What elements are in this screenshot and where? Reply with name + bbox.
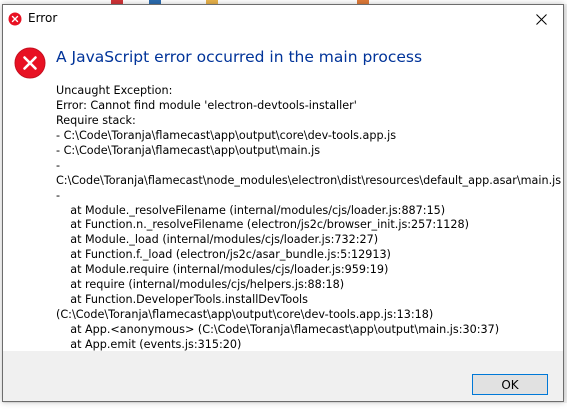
error-message-line: at Module._load (internal/modules/cjs/lo…	[56, 233, 379, 247]
error-message-line: -	[56, 188, 61, 202]
error-message-line: (C:\Code\Toranja\flamecast\app\output\co…	[56, 308, 434, 322]
error-message-line: Require stack:	[56, 113, 136, 127]
error-icon	[8, 12, 22, 26]
ok-button-label: OK	[501, 377, 519, 392]
error-message-line: Error: Cannot find module 'electron-devt…	[56, 98, 357, 112]
dialog-titlebar[interactable]: Error	[3, 5, 563, 33]
error-dialog: Error A JavaScript error occurred in the…	[2, 4, 564, 402]
dialog-content: A JavaScript error occurred in the main …	[3, 33, 563, 351]
error-message-line: at Function.n._resolveFilename (electron…	[56, 218, 470, 232]
error-message-line: at Module._resolveFilename (internal/mod…	[56, 203, 446, 217]
error-message-line: at Module.require (internal/modules/cjs/…	[56, 263, 389, 277]
error-message-line: at Function.DeveloperTools.installDevToo…	[56, 293, 308, 307]
error-message: Uncaught Exception: Error: Cannot find mo…	[56, 84, 562, 353]
error-heading: A JavaScript error occurred in the main …	[56, 48, 423, 66]
close-button[interactable]	[519, 5, 563, 33]
error-message-line: at App.<anonymous> (C:\Code\Toranja\flam…	[56, 323, 500, 336]
error-message-line: Uncaught Exception:	[56, 84, 173, 97]
error-message-line: at Function.f._load (electron/js2c/asar_…	[56, 248, 391, 262]
background-window-bottom	[0, 403, 567, 410]
error-icon	[14, 47, 46, 79]
dialog-title: Error	[28, 11, 58, 25]
error-message-line: - C:\Code\Toranja\flamecast\app\output\m…	[56, 143, 321, 157]
close-icon	[535, 13, 547, 25]
dialog-footer: OK	[3, 351, 563, 401]
error-message-line: at require (internal/modules/cjs/helpers…	[56, 278, 345, 292]
error-message-line: C:\Code\Toranja\flamecast\node_modules\e…	[56, 173, 562, 187]
error-message-line: - C:\Code\Toranja\flamecast\app\output\c…	[56, 128, 397, 142]
error-message-line: -	[56, 158, 61, 172]
ok-button[interactable]: OK	[472, 374, 548, 395]
